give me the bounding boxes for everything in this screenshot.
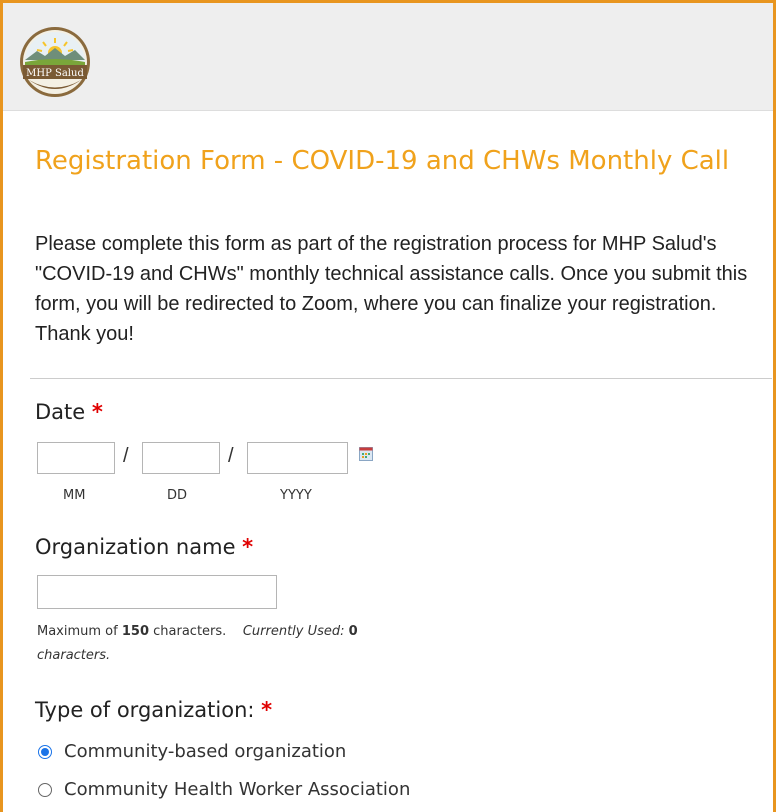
form-intro: Please complete this form as part of the… — [35, 233, 748, 345]
date-month-sublabel: MM — [63, 488, 86, 503]
radio-button-selected[interactable] — [38, 744, 52, 759]
date-separator: / — [123, 445, 129, 467]
form-frame — [0, 0, 776, 812]
date-day-sublabel: DD — [167, 488, 188, 503]
mhp-salud-logo: MHP Salud — [20, 27, 90, 97]
header-bar: MHP Salud — [3, 3, 773, 111]
radio-option-label: Community Health Worker Association — [64, 779, 411, 800]
organization-name-label: Organization name * — [35, 535, 254, 559]
form-title: Registration Form - COVID-19 and CHWs Mo… — [35, 146, 730, 176]
section-divider — [30, 378, 772, 379]
required-marker: * — [91, 400, 103, 424]
date-label: Date * — [35, 400, 103, 424]
required-marker: * — [242, 535, 254, 559]
radio-button-unselected[interactable] — [38, 782, 52, 797]
max-characters: 150 — [121, 624, 149, 639]
required-marker: * — [261, 698, 273, 722]
organization-name-input[interactable] — [37, 575, 277, 609]
radio-option-community-based[interactable]: Community-based organization — [38, 741, 346, 762]
used-characters: 0 — [348, 624, 358, 639]
organization-type-label: Type of organization: * — [35, 698, 273, 722]
date-year-input[interactable] — [247, 442, 348, 474]
date-separator: / — [228, 445, 234, 467]
radio-option-chw-association[interactable]: Community Health Worker Association — [38, 779, 410, 800]
character-count-help: Maximum of 150 characters. Currently Use… — [37, 624, 358, 663]
radio-option-label: Community-based organization — [64, 741, 347, 762]
date-month-input[interactable] — [37, 442, 115, 474]
calendar-icon[interactable] — [359, 447, 373, 461]
date-day-input[interactable] — [142, 442, 220, 474]
logo-text: MHP Salud — [26, 68, 84, 79]
date-year-sublabel: YYYY — [280, 488, 312, 503]
